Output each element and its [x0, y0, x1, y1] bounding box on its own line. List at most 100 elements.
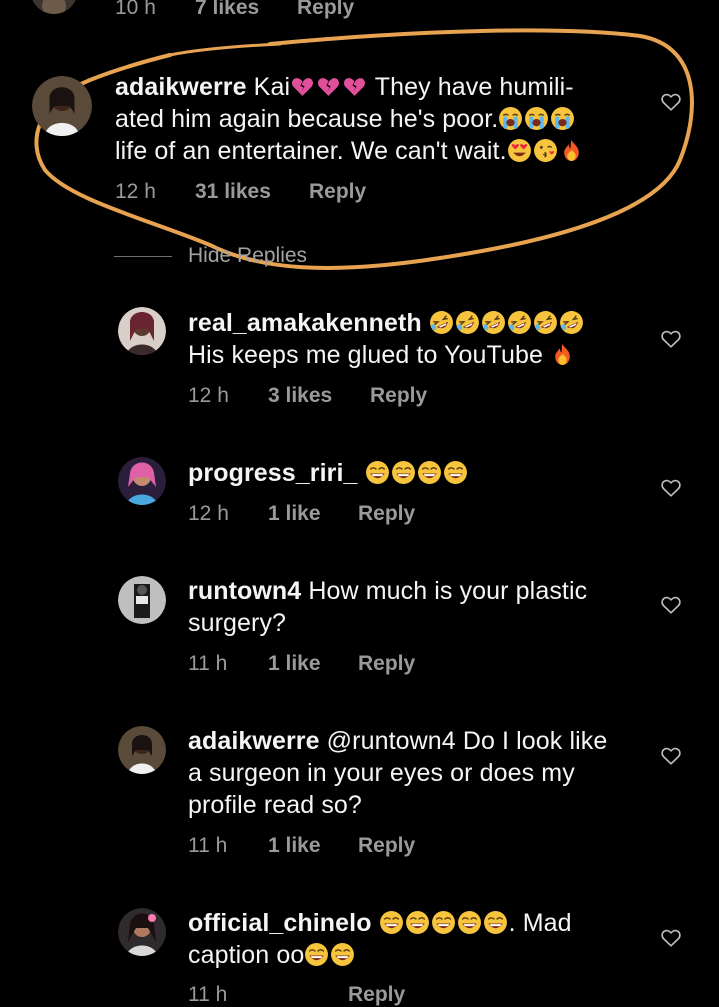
comment-username[interactable]: real_amakakenneth — [188, 309, 422, 337]
comment-time: 10 h — [115, 0, 156, 19]
comment-text: life of an entertainer. We can't wait. — [115, 137, 507, 165]
reply-button[interactable]: Reply — [370, 384, 427, 408]
avatar[interactable] — [118, 307, 166, 355]
heart-outline-icon[interactable] — [660, 594, 682, 616]
avatar[interactable] — [118, 726, 166, 774]
loudly-crying-face-emoji — [498, 106, 523, 131]
comment-time: 12 h — [188, 384, 229, 407]
reply-button[interactable]: Reply — [358, 502, 415, 526]
comment-text — [422, 309, 429, 337]
rolling-laughing-emoji — [481, 310, 506, 335]
comment-likes[interactable]: 7 likes — [195, 0, 297, 20]
comment-meta: 12 h 31 likes Reply — [115, 180, 366, 204]
heart-outline-icon[interactable] — [660, 745, 682, 767]
rolling-laughing-emoji — [559, 310, 584, 335]
grinning-sweat-emoji — [443, 460, 468, 485]
comment-meta: 12 h 3 likes Reply — [188, 384, 427, 408]
grinning-sweat-emoji — [379, 910, 404, 935]
heart-eyes-emoji — [507, 138, 532, 163]
comment-text: His keeps me glued to YouTube — [188, 341, 551, 369]
comment-line: progress_riri_ — [188, 457, 469, 489]
fire-emoji — [550, 342, 575, 367]
comment-username[interactable]: adaikwerre — [188, 727, 320, 755]
comment-time: 12 h — [188, 502, 229, 525]
grinning-sweat-emoji — [365, 460, 390, 485]
comment-meta: 11 h 1 like Reply — [188, 834, 415, 858]
rolling-laughing-emoji — [429, 310, 454, 335]
comment-likes[interactable]: 1 like — [268, 502, 358, 526]
reply-button[interactable]: Reply — [358, 834, 415, 858]
comment-text: @runtown4 Do I look like — [319, 727, 608, 755]
avatar[interactable] — [118, 908, 166, 956]
comment-text: ated him again because he's poor. — [115, 105, 499, 133]
comment-line: profile read so? — [188, 789, 607, 821]
heart-outline-icon[interactable] — [660, 91, 682, 113]
comment-text — [358, 459, 365, 487]
rolling-laughing-emoji — [455, 310, 480, 335]
rolling-laughing-emoji — [533, 310, 558, 335]
reply-button[interactable]: Reply — [297, 0, 354, 20]
comment-body: official_chinelo . Mad caption oo — [188, 907, 572, 971]
emoji-run — [498, 105, 576, 133]
heart-outline-icon[interactable] — [660, 328, 682, 350]
emoji-run — [304, 941, 356, 969]
emoji-run — [429, 309, 585, 337]
comment-text: Kai — [246, 73, 291, 101]
comment-likes[interactable]: 1 like — [268, 834, 358, 858]
comment-likes[interactable]: 31 likes — [195, 180, 309, 204]
broken-heart-emoji — [342, 74, 367, 99]
emoji-run — [365, 459, 469, 487]
rolling-laughing-emoji — [507, 310, 532, 335]
avatar[interactable] — [118, 576, 166, 624]
comment-meta: 12 h 1 like Reply — [188, 502, 415, 526]
avatar[interactable] — [118, 457, 166, 505]
avatar[interactable] — [32, 76, 92, 136]
comment-line: caption oo — [188, 939, 572, 971]
comment-text: . Mad — [508, 909, 572, 937]
reply-button[interactable]: Reply — [348, 983, 405, 1007]
fire-emoji — [559, 138, 584, 163]
loudly-crying-face-emoji — [550, 106, 575, 131]
avatar[interactable] — [30, 0, 78, 14]
comment-meta: 11 h 1 like Reply — [188, 652, 415, 676]
comment-time: 12 h — [115, 180, 156, 203]
divider — [114, 256, 172, 257]
comment-body: runtown4 How much is your plastic surger… — [188, 575, 587, 639]
emoji-run — [290, 73, 368, 101]
reply-button[interactable]: Reply — [309, 180, 366, 204]
comment-meta: 10 h 7 likes Reply — [115, 0, 354, 20]
heart-outline-icon[interactable] — [660, 927, 682, 949]
comment-text: How much is your plastic — [301, 577, 588, 605]
comment-username[interactable]: official_chinelo — [188, 909, 372, 937]
comment-likes[interactable]: 1 like — [268, 652, 358, 676]
grinning-sweat-emoji — [417, 460, 442, 485]
grinning-sweat-emoji — [304, 942, 329, 967]
comment-username[interactable]: progress_riri_ — [188, 459, 358, 487]
comment-likes[interactable]: 3 likes — [268, 384, 370, 408]
grinning-sweat-emoji — [483, 910, 508, 935]
comment-username[interactable]: runtown4 — [188, 577, 301, 605]
emoji-run — [550, 341, 576, 369]
grinning-sweat-emoji — [405, 910, 430, 935]
kissing-face-emoji — [533, 138, 558, 163]
hide-replies-label[interactable]: Hide Replies — [188, 244, 307, 268]
comment-text — [372, 909, 379, 937]
comment-line: adaikwerre Kai They have humili- — [115, 71, 585, 103]
comment-line: a surgeon in your eyes or does my — [188, 757, 607, 789]
heart-outline-icon[interactable] — [660, 477, 682, 499]
comment-line: runtown4 How much is your plastic — [188, 575, 587, 607]
broken-heart-emoji — [316, 74, 341, 99]
comment-time: 11 h — [188, 834, 228, 857]
comment-meta: 11 h Reply — [188, 983, 405, 1007]
comment-text: They have humili- — [368, 73, 574, 101]
comment-text: surgery? — [188, 609, 287, 637]
comment-text: a surgeon in your eyes or does my — [188, 759, 575, 787]
comment-line: real_amakakenneth — [188, 307, 585, 339]
comment-line: official_chinelo . Mad — [188, 907, 572, 939]
loudly-crying-face-emoji — [524, 106, 549, 131]
comment-username[interactable]: adaikwerre — [115, 73, 247, 101]
comment-time: 11 h — [188, 652, 228, 675]
comment-line: surgery? — [188, 607, 587, 639]
reply-button[interactable]: Reply — [358, 652, 415, 676]
comment-line: ated him again because he's poor. — [115, 103, 585, 135]
